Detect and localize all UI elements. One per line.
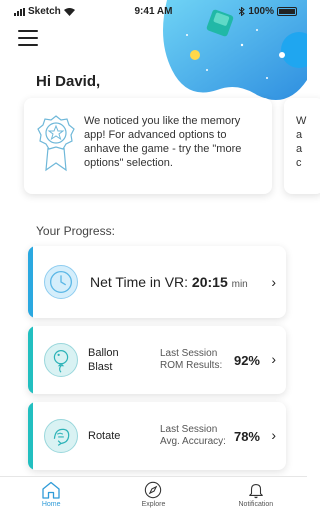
clock-icon [44,265,78,299]
game-metric-label: Last Session ROM Results: [160,348,240,372]
tab-home[interactable]: Home [0,477,102,516]
metric-line: ROM Results: [160,360,223,371]
tab-label: Home [41,501,61,508]
game-name-line: Ballon [88,347,119,359]
tab-bar: Home Explore Notification [0,476,307,516]
tab-label: Notification [238,501,274,508]
metric-line: Avg. Accuracy: [160,436,226,447]
menu-line [18,30,38,32]
game-name: Rotate [88,429,120,443]
progress-section-title: Your Progress: [36,224,115,238]
game-name: Ballon Blast [88,346,119,374]
game-card-accent [28,402,33,470]
status-bar: Sketch 9:41 AM 100% [0,0,307,22]
message-text: We noticed you like the memory app! For … [84,115,242,169]
menu-button[interactable] [18,30,38,46]
tab-explore[interactable]: Explore [102,477,204,516]
vr-time-card[interactable]: Net Time in VR: 20:15 min › [28,246,286,318]
bell-icon [248,484,263,499]
award-badge-icon [37,115,75,172]
game-card-rotate[interactable]: Rotate Last Session Avg. Accuracy: 78% › [28,402,286,470]
chevron-right-icon: › [271,274,276,290]
game-name-line: Rotate [88,430,121,442]
chevron-right-icon: › [271,351,276,367]
message-text-peek: W a a c [296,115,307,169]
vr-time-unit: min [231,279,248,290]
message-card[interactable]: We noticed you like the memory app! For … [24,98,272,194]
menu-line [18,44,38,46]
game-name-line: Blast [88,361,113,373]
menu-line [18,37,38,39]
game-metric-value: 78% [233,429,260,444]
game-metric-value: 92% [233,353,260,368]
bluetooth-icon [239,7,246,16]
rotate-icon [44,419,78,453]
vr-time-label: Net Time in VR: [90,274,189,290]
game-metric-label: Last Session Avg. Accuracy: [160,424,240,448]
greeting-title: Hi David, [36,73,101,90]
battery-icon [277,7,297,16]
tab-notification[interactable]: Notification [205,477,307,516]
vr-card-accent [28,246,33,318]
tab-label: Explore [141,501,166,508]
balloon-icon [44,343,78,377]
game-card-accent [28,326,33,394]
status-right: 100% [239,6,297,17]
chevron-right-icon: › [271,427,276,443]
battery-percent: 100% [248,6,274,17]
compass-icon [145,481,162,499]
game-card-ballon-blast[interactable]: Ballon Blast Last Session ROM Results: 9… [28,326,286,394]
vr-time-value: 20:15 [191,274,228,290]
vr-time-text: Net Time in VR: 20:15 min [90,274,248,290]
metric-line: Last Session [160,424,218,435]
metric-line: Last Session [160,348,218,359]
home-icon [42,481,60,499]
message-card-next[interactable]: W a a c [284,98,320,194]
